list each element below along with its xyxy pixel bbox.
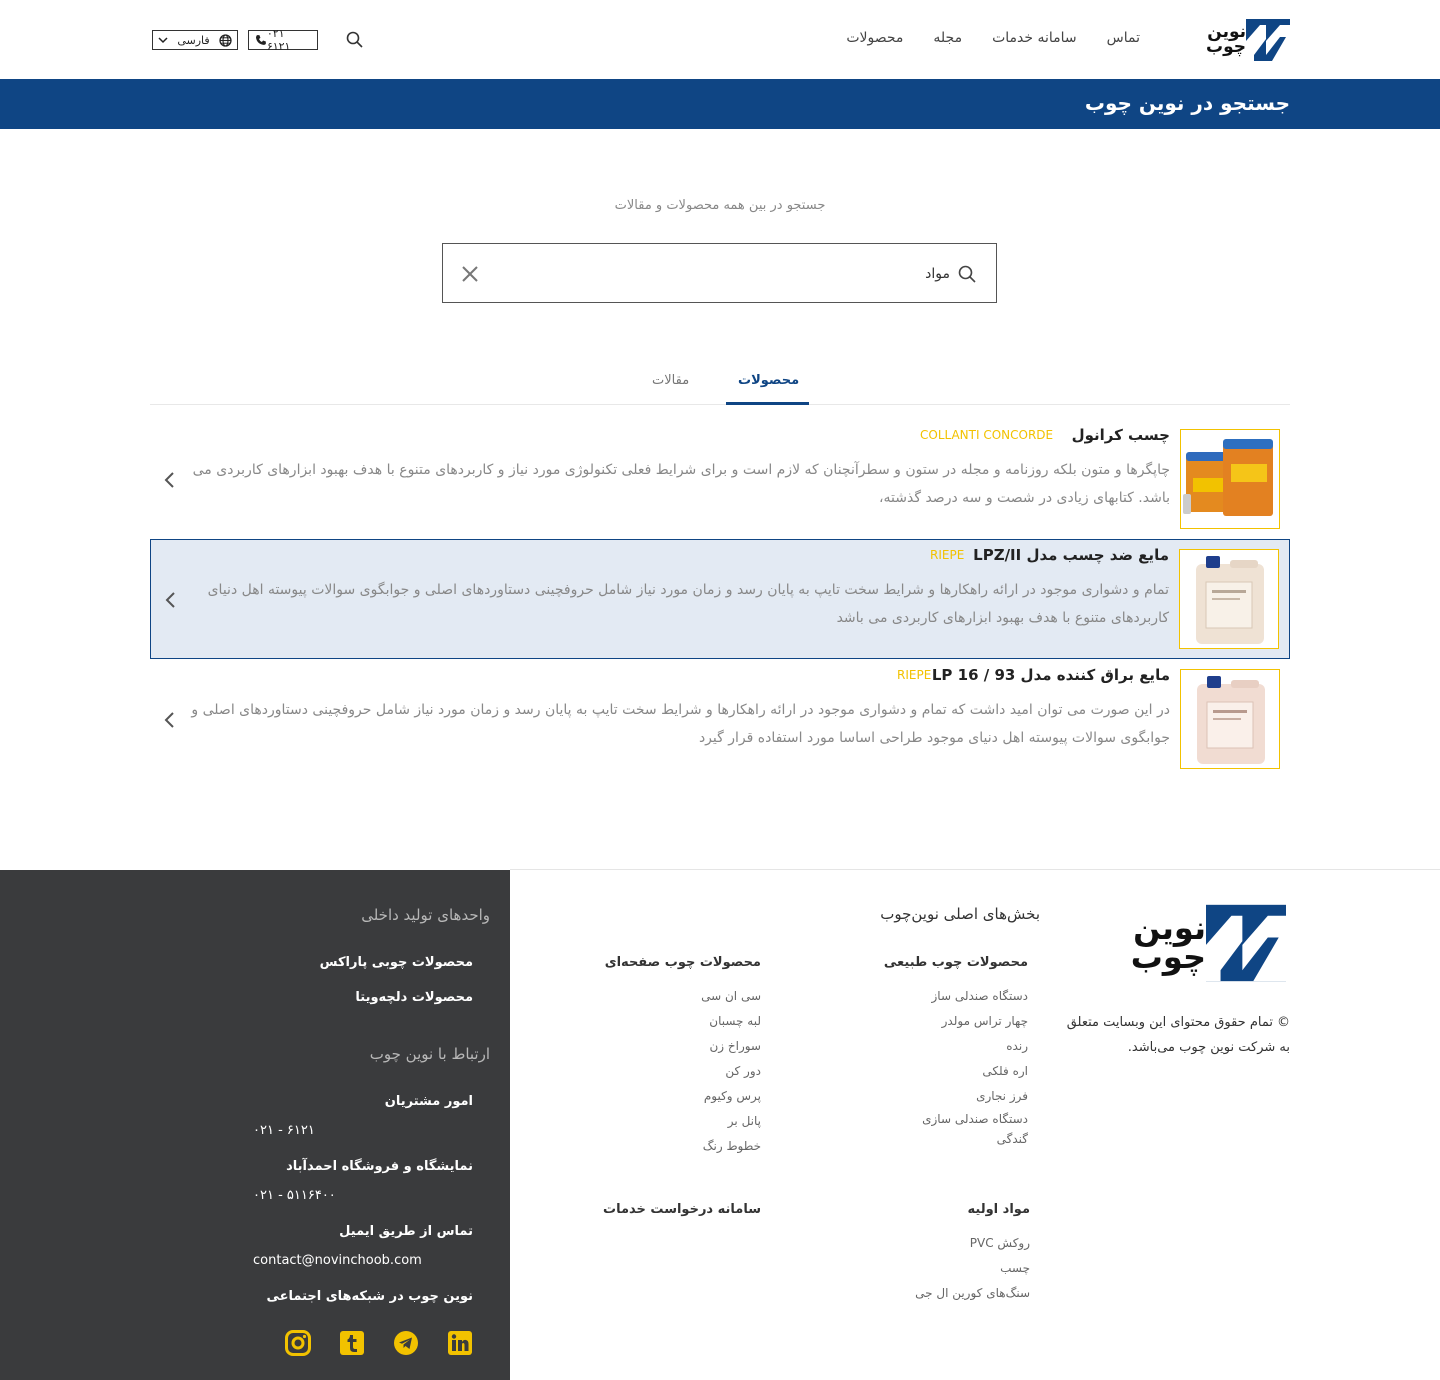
footer-col-panel: محصولات چوب صفحه‌ای سی ان سی لبه چسبان س… (605, 955, 761, 1159)
showroom-label: نمایشگاه و فروشگاه احمدآباد (286, 1159, 473, 1174)
linkedin-icon[interactable] (447, 1330, 473, 1356)
customer-affairs-label: امور مشتریان (384, 1094, 473, 1109)
globe-icon (219, 33, 232, 47)
chevron-left-icon[interactable] (163, 590, 177, 610)
nav-contact[interactable]: تماس (1107, 30, 1140, 50)
search-icon[interactable] (346, 31, 363, 48)
copyright-label: تمام حقوق محتوای این وبسایت متعلق به شرک… (1066, 1015, 1290, 1055)
tab-products[interactable]: محصولات (738, 373, 799, 388)
canister-image (1180, 550, 1278, 648)
active-tab-indicator (726, 402, 809, 405)
result-item[interactable]: مایع براق کننده مدل LP 16 / 93 RIEPE در … (150, 660, 1290, 780)
result-item[interactable]: چسب کرانول COLLANTI CONCORDE چاپگرها و م… (150, 420, 1290, 540)
social-title: نوین چوب در شبکه‌های اجتماعی (266, 1289, 473, 1304)
glue-buckets-image (1181, 430, 1279, 528)
contact-title: ارتباط با نوین چوب (369, 1045, 490, 1063)
logo-text: نوین چوب (1130, 908, 1206, 976)
footer-link[interactable]: رنده (884, 1034, 1028, 1059)
nav-services[interactable]: سامانه خدمات (992, 30, 1077, 50)
result-title[interactable]: چسب کرانول (1072, 426, 1170, 444)
footer-link[interactable]: پانل بر (605, 1109, 761, 1134)
language-select[interactable]: فارسی (152, 30, 238, 50)
email-label: تماس از طریق ایمیل (339, 1224, 473, 1239)
domestic-link[interactable]: محصولات چوبی پاراکس (320, 955, 473, 970)
copyright-text: ©تمام حقوق محتوای این وبسایت متعلق به شر… (1060, 1010, 1290, 1060)
logo-text: نوین چوب (1206, 21, 1246, 57)
footer-link[interactable]: سوراخ زن (605, 1034, 761, 1059)
result-title[interactable]: مایع ضد چسب مدل LPZ/II (973, 546, 1169, 564)
result-description: چاپگرها و متون بلکه روزنامه و مجله در ست… (192, 462, 1170, 506)
footer-col-raw: مواد اولیه روکش PVC چسب سنگ‌های کورین ال… (915, 1202, 1030, 1306)
search-hint: جستجو در بین همه محصولات و مقالات (614, 198, 826, 213)
canister-image (1181, 670, 1279, 768)
site-logo[interactable]: نوین چوب (1188, 18, 1290, 62)
result-brand: RIEPE (930, 548, 965, 562)
logo-mark-icon (1246, 19, 1290, 61)
chevron-left-icon[interactable] (162, 470, 176, 490)
clear-icon[interactable] (459, 263, 481, 285)
search-icon (958, 265, 976, 283)
chevron-left-icon[interactable] (162, 710, 176, 730)
footer-col-natural: محصولات چوب طبیعی دستگاه صندلی ساز چهار … (884, 955, 1028, 1149)
product-thumbnail (1180, 669, 1280, 769)
customer-phone[interactable]: ۰۲۱ - ۶۱۲۱ (253, 1123, 315, 1138)
email-link[interactable]: contact@novinchoob.com (253, 1253, 422, 1268)
page-title: جستجو در نوین چوب (1084, 91, 1290, 115)
footer-link[interactable]: پرس وکیوم (605, 1084, 761, 1109)
result-brand: RIEPE (897, 668, 932, 682)
footer-dark-panel: واحدهای تولید داخلی محصولات چوبی پاراکس … (0, 870, 510, 1380)
product-thumbnail (1179, 549, 1279, 649)
copyright-icon: © (1277, 1015, 1290, 1030)
footer-col-service: سامانه درخواست خدمات (603, 1202, 761, 1231)
main-sections-title: بخش‌های اصلی نوین‌چوب (880, 905, 1040, 923)
result-description: در این صورت می توان امید داشت که تمام و … (191, 702, 1170, 746)
result-description: تمام و دشواری موجود در ارائه راهکارها و … (207, 582, 1169, 626)
footer-link[interactable]: دور کن (605, 1059, 761, 1084)
footer-link[interactable]: سنگ‌های کورین ال جی (915, 1281, 1030, 1306)
col-title[interactable]: محصولات چوب صفحه‌ای (605, 955, 761, 970)
result-title[interactable]: مایع براق کننده مدل LP 16 / 93 (932, 666, 1170, 684)
footer-link[interactable]: فرز نجاری (884, 1084, 1028, 1109)
phone-number: ۰۲۱ ۶۱۲۱ (266, 27, 291, 53)
footer-link[interactable]: اره فلکی (884, 1059, 1028, 1084)
showroom-phone[interactable]: ۰۲۱ - ۵۱۱۶۴۰۰ (253, 1188, 336, 1203)
col-title[interactable]: محصولات چوب طبیعی (884, 955, 1028, 970)
logo-mark-icon (1206, 904, 1286, 981)
site-header: نوین چوب محصولات مجله سامانه خدمات تماس … (0, 0, 1440, 79)
col-title[interactable]: مواد اولیه (915, 1202, 1030, 1217)
product-thumbnail (1180, 429, 1280, 529)
tumblr-icon[interactable] (339, 1330, 365, 1356)
phone-button[interactable]: ۰۲۱ ۶۱۲۱ (248, 27, 318, 53)
footer-link[interactable]: گندگی (884, 1129, 1028, 1149)
footer-link[interactable]: سی ان سی (605, 984, 761, 1009)
instagram-icon[interactable] (285, 1330, 311, 1356)
domestic-link[interactable]: محصولات دلچه‌ویتا (355, 990, 473, 1005)
search-input[interactable] (510, 260, 950, 288)
main-nav: محصولات مجله سامانه خدمات تماس (846, 30, 1140, 50)
language-label: فارسی (177, 33, 210, 47)
footer-link[interactable]: دستگاه صندلی ساز (884, 984, 1029, 1009)
footer-link[interactable]: روکش PVC (915, 1231, 1030, 1256)
chevron-down-icon (158, 37, 168, 44)
footer-link[interactable]: دستگاه صندلی سازی (884, 1109, 1028, 1129)
footer-link[interactable]: چسب (915, 1256, 1030, 1281)
page-banner: جستجو در نوین چوب (0, 79, 1440, 129)
footer-logo[interactable]: نوین چوب (1094, 903, 1290, 982)
nav-products[interactable]: محصولات (846, 30, 903, 50)
footer-divider (510, 869, 1440, 870)
telegram-icon[interactable] (393, 1330, 419, 1356)
footer-link[interactable]: لبه چسبان (605, 1009, 761, 1034)
tab-articles[interactable]: مقالات (652, 373, 689, 388)
service-request-link[interactable]: سامانه درخواست خدمات (603, 1202, 761, 1217)
nav-magazine[interactable]: مجله (933, 30, 962, 50)
result-brand: COLLANTI CONCORDE (920, 428, 1054, 442)
footer-link[interactable]: چهار تراس مولدر (884, 1009, 1028, 1034)
result-tabs: محصولات مقالات (150, 360, 1290, 405)
domestic-title: واحدهای تولید داخلی (361, 906, 490, 924)
phone-icon (255, 35, 266, 45)
result-item[interactable]: مایع ضد چسب مدل LPZ/II RIEPE تمام و دشوا… (150, 539, 1290, 659)
search-box (442, 243, 997, 303)
footer-link[interactable]: خطوط رنگ (605, 1134, 761, 1159)
